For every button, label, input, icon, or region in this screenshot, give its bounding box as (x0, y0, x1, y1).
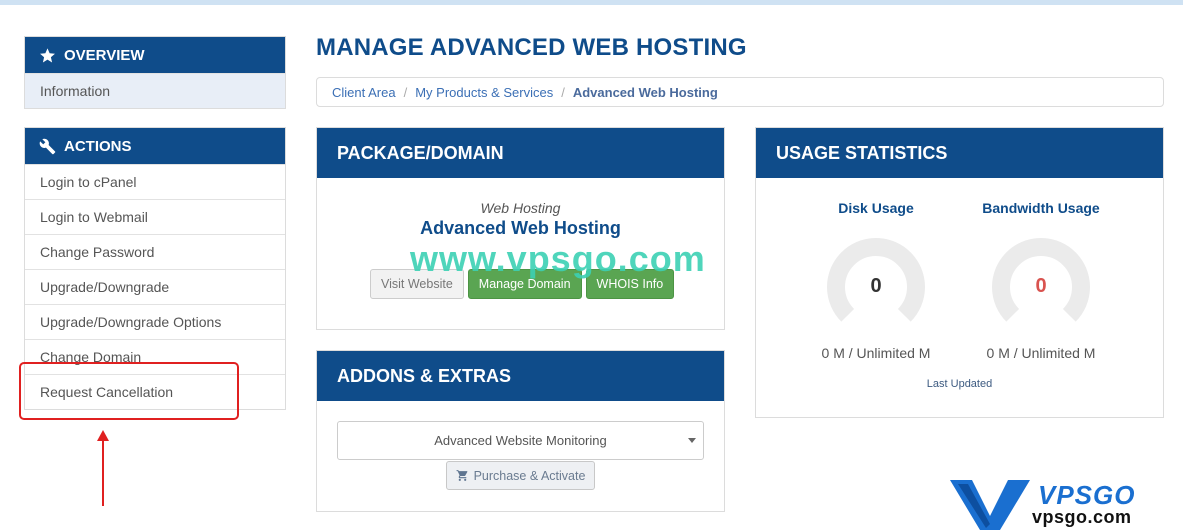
disk-usage-text: 0 M / Unlimited M (821, 345, 931, 361)
addon-select[interactable]: Advanced Website Monitoring (337, 421, 704, 460)
usage-statistics-header: USAGE STATISTICS (756, 128, 1163, 178)
package-domain-card: PACKAGE/DOMAIN Web Hosting Advanced Web … (316, 127, 725, 330)
breadcrumb-client-area[interactable]: Client Area (332, 85, 396, 100)
package-name: Advanced Web Hosting (420, 218, 621, 238)
breadcrumb-current: Advanced Web Hosting (572, 84, 718, 100)
overview-title: OVERVIEW (64, 46, 145, 64)
bandwidth-usage-value: 0 (1035, 275, 1047, 297)
addons-extras-card: ADDONS & EXTRAS Advanced Website Monitor… (316, 350, 725, 512)
usage-statistics-card: USAGE STATISTICS Disk Usage 0 0 M / Unli… (755, 127, 1164, 418)
sidebar-item-upgrade-downgrade[interactable]: Upgrade/Downgrade (25, 269, 285, 304)
purchase-activate-label: Purchase & Activate (473, 468, 586, 483)
overview-panel: OVERVIEW Information (24, 36, 286, 109)
package-domain-header: PACKAGE/DOMAIN (317, 128, 724, 178)
addons-extras-header: ADDONS & EXTRAS (317, 351, 724, 401)
overview-panel-header: OVERVIEW (25, 37, 285, 73)
sidebar-item-upgrade-downgrade-options[interactable]: Upgrade/Downgrade Options (25, 304, 285, 339)
actions-title: ACTIONS (64, 137, 132, 155)
bandwidth-usage-text: 0 M / Unlimited M (986, 345, 1096, 361)
star-icon (40, 47, 55, 62)
watermark-text: www.vpsgo.com (410, 238, 706, 279)
wrench-icon (39, 138, 56, 154)
vpsgo-v-logo-icon (950, 480, 1030, 530)
breadcrumb-separator: / (403, 84, 408, 100)
shopping-cart-icon (456, 470, 467, 481)
annotation-arrow-line (102, 440, 104, 506)
bandwidth-usage-column: Bandwidth Usage 0 0 M / Unlimited M (966, 200, 1116, 361)
breadcrumb: Client Area / My Products & Services / A… (316, 77, 1164, 107)
chevron-down-icon (688, 438, 696, 443)
disk-usage-column: Disk Usage 0 0 M / Unlimited M (801, 200, 951, 361)
sidebar-item-login-webmail[interactable]: Login to Webmail (25, 199, 285, 234)
disk-usage-value: 0 (870, 275, 882, 297)
breadcrumb-products-services[interactable]: My Products & Services (415, 85, 553, 100)
sidebar-item-information[interactable]: Information (25, 73, 285, 108)
addon-select-value: Advanced Website Monitoring (434, 433, 607, 448)
actions-panel-header: ACTIONS (25, 128, 285, 164)
purchase-activate-button[interactable]: Purchase & Activate (446, 461, 595, 490)
package-type: Web Hosting (480, 200, 561, 216)
last-updated-text: Last Updated (926, 378, 993, 390)
page-title: MANAGE ADVANCED WEB HOSTING (316, 34, 747, 61)
sidebar-item-change-password[interactable]: Change Password (25, 234, 285, 269)
breadcrumb-separator: / (561, 84, 565, 100)
sidebar-item-login-cpanel[interactable]: Login to cPanel (25, 164, 285, 199)
top-bar (0, 0, 1183, 5)
cancellation-highlight-box (19, 362, 239, 420)
bandwidth-usage-label: Bandwidth Usage (982, 200, 1100, 216)
vpsgo-logo-url: vpsgo.com (1032, 507, 1132, 527)
vpsgo-logo: VPSGO vpsgo.com (950, 480, 1180, 530)
disk-usage-label: Disk Usage (838, 200, 914, 216)
